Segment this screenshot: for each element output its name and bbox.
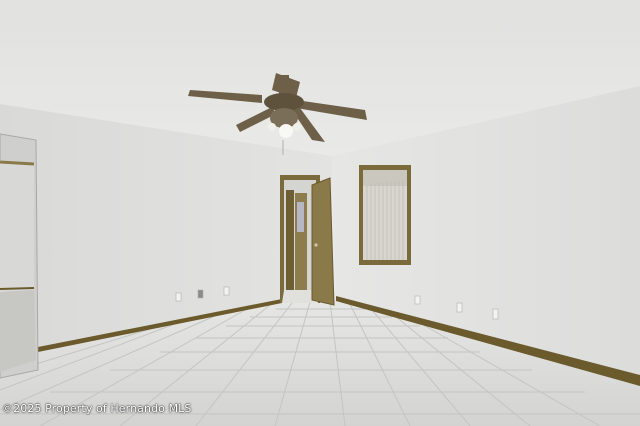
- door-knob: [314, 243, 318, 247]
- open-door: [311, 177, 335, 306]
- room-photo: [0, 0, 640, 426]
- fan-light: [279, 124, 293, 138]
- photo-credit-watermark: ©2025 Property of Hernando MLS: [2, 402, 192, 415]
- floor-mirror: [0, 133, 39, 379]
- window: [359, 165, 411, 265]
